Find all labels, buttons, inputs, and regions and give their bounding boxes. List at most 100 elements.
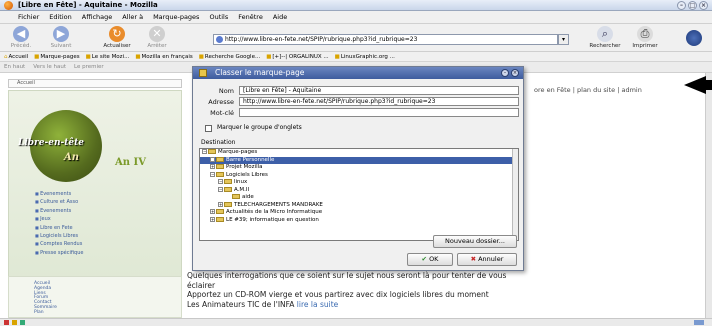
menu-edit[interactable]: Edition — [49, 11, 72, 23]
dialog-controls: – × — [501, 69, 519, 77]
bookmark-item[interactable]: ⌂Accueil — [4, 52, 28, 61]
keyword-field[interactable] — [239, 108, 519, 117]
site-menu-item[interactable]: Logiciels Libres — [35, 232, 83, 240]
site-menu-item[interactable]: Jeux — [35, 215, 83, 223]
print-button[interactable]: ⎙ Imprimer — [628, 26, 662, 49]
menu-go[interactable]: Aller à — [122, 11, 143, 23]
edition-title: An IV — [115, 157, 146, 168]
site-menu-item[interactable]: Libre en Fete — [35, 224, 83, 232]
bookmark-item[interactable]: ■[+]--| ORGALINUX ... — [266, 52, 328, 61]
dialog-titlebar: Classer le marque-page – × — [193, 67, 523, 79]
menu-view[interactable]: Affichage — [82, 11, 113, 23]
article-paragraph: Apportez un CD-ROM vierge et vous partir… — [187, 290, 489, 299]
bookmark-folder-icon — [199, 69, 207, 77]
reload-button[interactable]: ↻ Actualiser — [100, 26, 134, 49]
back-button[interactable]: ◀ Précéd. — [4, 26, 38, 49]
nav-top-link[interactable]: En haut — [4, 62, 25, 72]
menu-tools[interactable]: Outils — [209, 11, 228, 23]
address-bar[interactable]: http://www.libre-en-fete.net/SPIP/rubriq… — [213, 34, 558, 45]
tree-item-selected[interactable]: + Barre Personnelle — [200, 156, 518, 164]
site-menu-item[interactable]: Comptes Rendus — [35, 240, 83, 248]
bookmark-item[interactable]: ■Recherche Google... — [199, 52, 260, 61]
menu-bar: Fichier Edition Affichage Aller à Marque… — [0, 11, 712, 24]
tree-item[interactable]: − A.M.II — [200, 186, 518, 195]
bookmark-item[interactable]: ■Marque-pages — [34, 52, 79, 61]
tree-item[interactable]: + TELECHARGEMENTS MANDRAKE — [200, 201, 518, 210]
tree-item[interactable]: + Actualités de la Micro Informatique — [200, 209, 518, 217]
reload-icon: ↻ — [109, 26, 125, 42]
site-menu-item[interactable]: Evenements — [35, 190, 83, 198]
close-button[interactable]: × — [699, 1, 708, 10]
forward-button[interactable]: ▶ Suivant — [44, 26, 78, 49]
folder-icon: ■ — [34, 54, 40, 60]
search-icon: ⌕ — [597, 26, 613, 42]
collapse-icon[interactable]: − — [202, 149, 207, 154]
tree-item[interactable]: − Logiciels Libres — [200, 171, 518, 180]
menu-help[interactable]: Aide — [273, 11, 287, 23]
mozilla-throbber-icon — [686, 30, 702, 46]
name-field[interactable]: [Libre en Fête] - Aquitaine — [239, 86, 519, 95]
folder-icon: ■ — [85, 54, 91, 60]
window-titlebar: [Libre en Fête] - Aquitaine - Mozilla – … — [0, 0, 712, 11]
site-favicon — [216, 36, 223, 43]
dialog-close-button[interactable]: × — [511, 69, 519, 77]
maximize-button[interactable]: □ — [688, 1, 697, 10]
menu-bookmarks[interactable]: Marque-pages — [153, 11, 199, 23]
site-menu-item[interactable]: Evenements — [35, 207, 83, 215]
address-dropdown-button[interactable]: ▾ — [558, 34, 569, 45]
pointer-arrow-icon — [684, 76, 706, 94]
tree-item[interactable]: + Projet Mozilla — [200, 164, 518, 172]
page-scrollbar[interactable] — [705, 73, 712, 318]
ok-button[interactable]: ✔ OK — [407, 253, 453, 266]
expand-icon[interactable]: + — [210, 216, 215, 222]
expand-icon[interactable]: + — [210, 164, 215, 169]
menu-file[interactable]: Fichier — [18, 11, 39, 23]
expand-icon[interactable]: + — [218, 201, 223, 207]
folder-tree[interactable]: − Marque-pages + Barre Personnelle + Projet… — [199, 148, 519, 241]
minimize-button[interactable]: – — [677, 1, 686, 10]
tree-item[interactable]: − linux — [200, 179, 518, 187]
stop-button[interactable]: ✕ Arrêter — [140, 26, 174, 49]
bookmarks-toolbar: ⌂Accueil ■Marque-pages ■Le site Mozi... … — [0, 52, 712, 62]
bookmark-item[interactable]: ■Le site Mozi... — [86, 52, 130, 61]
tab-group-checkbox-label: Marquer le groupe d'onglets — [217, 124, 302, 131]
dialog-minimize-button[interactable]: – — [501, 69, 509, 77]
expand-icon[interactable]: + — [210, 156, 215, 162]
breadcrumb: Accueil — [8, 79, 182, 88]
bookmark-item[interactable]: ■LinuxGraphic.org ... — [335, 52, 395, 61]
menu-window[interactable]: Fenêtre — [238, 11, 263, 23]
nav-first-link[interactable]: Le premier — [74, 62, 104, 72]
folder-icon: ■ — [334, 54, 340, 60]
tree-item[interactable]: aide — [200, 194, 518, 202]
tree-item[interactable]: − Marque-pages — [200, 149, 518, 157]
folder-icon — [216, 209, 224, 214]
site-menu-item[interactable]: Presse spécifique — [35, 249, 83, 257]
collapse-icon[interactable]: − — [218, 186, 223, 192]
pointer-arrow-tail — [706, 80, 712, 90]
back-label: Précéd. — [10, 43, 32, 49]
tab-group-checkbox[interactable] — [205, 125, 212, 132]
address-field[interactable]: http://www.libre-en-fete.net/SPIP/rubriq… — [239, 97, 519, 106]
secondary-menu-item[interactable]: Plan — [34, 310, 57, 316]
tree-item[interactable]: + LE #39; informatique en question — [200, 216, 518, 225]
nav-up-link[interactable]: Vers le haut — [33, 62, 66, 72]
site-secondary-menu: Accueil Agenda Liens Forum Contact Somma… — [34, 281, 57, 316]
expand-icon[interactable]: + — [210, 209, 215, 214]
site-menu-item[interactable]: Culture et Asso — [35, 198, 83, 206]
tree-scrollbar[interactable] — [512, 149, 518, 240]
breadcrumb-home[interactable]: Accueil — [17, 80, 35, 86]
name-label: Nom — [218, 87, 234, 95]
new-folder-button[interactable]: Nouveau dossier... — [433, 235, 517, 248]
collapse-icon[interactable]: − — [218, 179, 223, 184]
printer-icon: ⎙ — [637, 26, 653, 42]
site-top-links[interactable]: ore en Fête | plan du site | admin — [534, 86, 642, 94]
search-button[interactable]: ⌕ Rechercher — [588, 26, 622, 49]
read-more-link[interactable]: lire la suite — [297, 300, 338, 309]
print-label: Imprimer — [632, 43, 658, 49]
collapse-icon[interactable]: − — [210, 171, 215, 177]
cancel-button[interactable]: ✖ Annuler — [457, 253, 517, 266]
status-bar — [0, 318, 712, 326]
back-arrow-icon: ◀ — [13, 26, 29, 42]
bookmark-item[interactable]: ■Mozilla en français — [135, 52, 192, 61]
folder-icon — [216, 164, 224, 169]
